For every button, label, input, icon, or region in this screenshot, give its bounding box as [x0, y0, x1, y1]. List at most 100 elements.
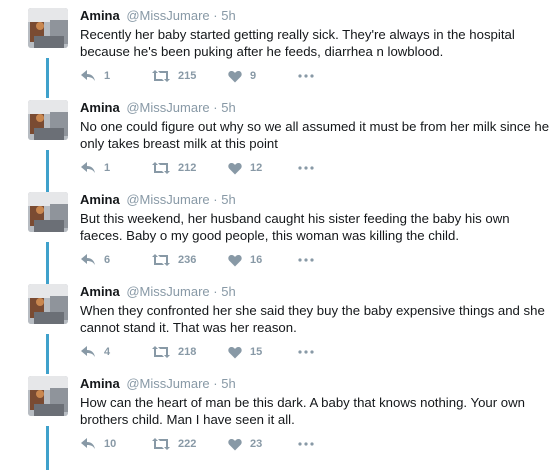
reply-button[interactable]: 1 [80, 160, 110, 176]
separator-dot: · [213, 376, 218, 391]
heart-icon [228, 254, 242, 266]
more-dots-icon [298, 74, 314, 78]
retweet-icon [152, 438, 170, 450]
avatar[interactable] [28, 192, 68, 232]
avatar[interactable] [28, 100, 68, 140]
tweet-text: Recently her baby started getting really… [80, 27, 515, 59]
retweet-icon [152, 162, 170, 174]
reply-count: 6 [104, 254, 111, 266]
tweet-text: But this weekend, her husband caught his… [80, 211, 510, 243]
tweet-header: Amina @MissJumare · 5h [80, 376, 236, 392]
tweet[interactable]: Amina @MissJumare · 5h Recently her baby… [0, 0, 560, 92]
more-options-button[interactable] [298, 252, 314, 268]
avatar[interactable] [28, 376, 68, 416]
reply-count: 4 [104, 346, 111, 358]
timestamp[interactable]: 5h [221, 8, 235, 23]
reply-icon [81, 70, 95, 81]
heart-icon [228, 70, 242, 82]
more-dots-icon [298, 350, 314, 354]
reply-count: 10 [104, 438, 117, 450]
retweet-count: 222 [178, 438, 197, 450]
like-button[interactable]: 23 [228, 436, 262, 452]
tweet[interactable]: Amina @MissJumare · 5h No one could figu… [0, 92, 560, 184]
timestamp[interactable]: 5h [221, 376, 235, 391]
tweet-actions: 6 236 16 [80, 252, 340, 268]
author-handle[interactable]: @MissJumare [126, 284, 209, 299]
tweet-header: Amina @MissJumare · 5h [80, 192, 236, 208]
tweet-header: Amina @MissJumare · 5h [80, 8, 236, 24]
more-options-button[interactable] [298, 160, 314, 176]
like-button[interactable]: 12 [228, 160, 262, 176]
author-name[interactable]: Amina [80, 192, 120, 207]
retweet-count: 236 [178, 254, 197, 266]
retweet-icon [152, 70, 170, 82]
retweet-button[interactable]: 236 [152, 252, 196, 268]
tweet-actions: 4 218 15 [80, 344, 340, 360]
tweet[interactable]: Amina @MissJumare · 5h But this weekend,… [0, 184, 560, 276]
reply-button[interactable]: 4 [80, 344, 110, 360]
tweet-actions: 1 215 9 [80, 68, 340, 84]
like-count: 12 [250, 162, 263, 174]
like-button[interactable]: 16 [228, 252, 262, 268]
heart-icon [228, 438, 242, 450]
retweet-button[interactable]: 212 [152, 160, 196, 176]
author-handle[interactable]: @MissJumare [126, 376, 209, 391]
avatar[interactable] [28, 8, 68, 48]
more-dots-icon [298, 442, 314, 446]
tweet-text: How can the heart of man be this dark. A… [80, 395, 525, 427]
author-handle[interactable]: @MissJumare [126, 100, 209, 115]
author-handle[interactable]: @MissJumare [126, 8, 209, 23]
reply-count: 1 [104, 70, 111, 82]
retweet-count: 212 [178, 162, 197, 174]
reply-button[interactable]: 1 [80, 68, 110, 84]
tweet-text: No one could figure out why so we all as… [80, 119, 550, 151]
retweet-button[interactable]: 218 [152, 344, 196, 360]
author-name[interactable]: Amina [80, 284, 120, 299]
tweet-header: Amina @MissJumare · 5h [80, 284, 236, 300]
separator-dot: · [213, 100, 218, 115]
author-handle[interactable]: @MissJumare [126, 192, 209, 207]
like-button[interactable]: 15 [228, 344, 262, 360]
author-name[interactable]: Amina [80, 376, 120, 391]
separator-dot: · [213, 192, 218, 207]
tweet[interactable]: Amina @MissJumare · 5h When they confron… [0, 276, 560, 368]
like-count: 16 [250, 254, 263, 266]
reply-count: 1 [104, 162, 111, 174]
timestamp[interactable]: 5h [221, 284, 235, 299]
tweet[interactable]: Amina @MissJumare · 5h How can the heart… [0, 368, 560, 460]
tweet-thread: Amina @MissJumare · 5h Recently her baby… [0, 0, 560, 470]
separator-dot: · [213, 8, 218, 23]
reply-icon [81, 254, 95, 265]
reply-icon [81, 438, 95, 449]
tweet-text: When they confronted her she said they b… [80, 303, 545, 335]
author-name[interactable]: Amina [80, 8, 120, 23]
more-options-button[interactable] [298, 436, 314, 452]
heart-icon [228, 162, 242, 174]
timestamp[interactable]: 5h [221, 100, 235, 115]
tweet-actions: 10 222 23 [80, 436, 340, 452]
reply-button[interactable]: 6 [80, 252, 110, 268]
more-options-button[interactable] [298, 68, 314, 84]
reply-button[interactable]: 10 [80, 436, 116, 452]
author-name[interactable]: Amina [80, 100, 120, 115]
reply-icon [81, 346, 95, 357]
like-button[interactable]: 9 [228, 68, 256, 84]
heart-icon [228, 346, 242, 358]
avatar[interactable] [28, 284, 68, 324]
more-options-button[interactable] [298, 344, 314, 360]
retweet-count: 215 [178, 70, 197, 82]
like-count: 23 [250, 438, 263, 450]
separator-dot: · [213, 284, 218, 299]
retweet-icon [152, 254, 170, 266]
like-count: 15 [250, 346, 263, 358]
retweet-icon [152, 346, 170, 358]
like-count: 9 [250, 70, 257, 82]
timestamp[interactable]: 5h [221, 192, 235, 207]
more-dots-icon [298, 166, 314, 170]
tweet-header: Amina @MissJumare · 5h [80, 100, 236, 116]
more-dots-icon [298, 258, 314, 262]
retweet-count: 218 [178, 346, 197, 358]
tweet-actions: 1 212 12 [80, 160, 340, 176]
retweet-button[interactable]: 222 [152, 436, 196, 452]
retweet-button[interactable]: 215 [152, 68, 196, 84]
